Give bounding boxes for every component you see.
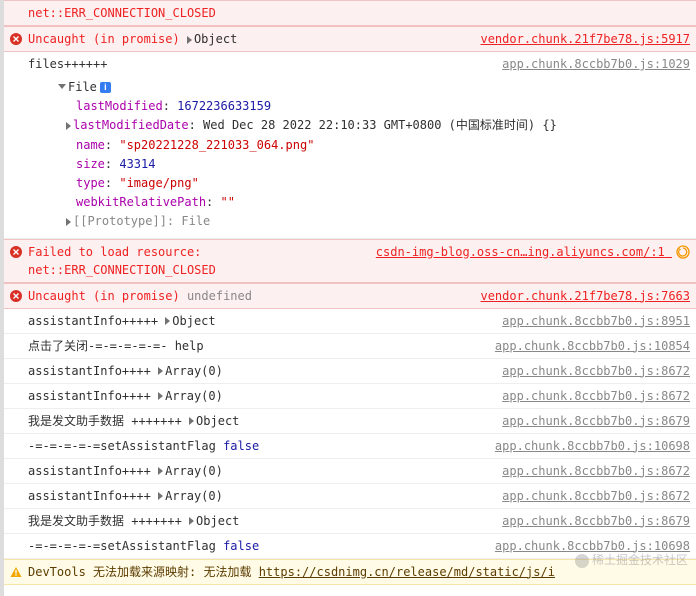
source-link[interactable]: app.chunk.8ccbb7b0.js:10698 bbox=[495, 437, 690, 455]
expand-icon[interactable] bbox=[187, 36, 192, 44]
console-log-row[interactable]: 我是发文助手数据 +++++++ Object app.chunk.8ccbb7… bbox=[4, 409, 696, 434]
console-warning-row[interactable]: DevTools 无法加载来源映射: 无法加载 https://csdnimg.… bbox=[4, 559, 696, 585]
expand-icon[interactable] bbox=[189, 517, 194, 525]
expand-icon[interactable] bbox=[158, 367, 163, 375]
source-link[interactable]: app.chunk.8ccbb7b0.js:8672 bbox=[502, 462, 690, 480]
error-message: Uncaught (in promise) undefined bbox=[28, 287, 472, 305]
source-link[interactable]: app.chunk.8ccbb7b0.js:10854 bbox=[495, 337, 690, 355]
error-icon bbox=[10, 289, 22, 301]
log-message: 我是发文助手数据 +++++++ Object bbox=[28, 512, 494, 530]
log-message: files++++++ bbox=[28, 55, 494, 73]
error-icon bbox=[10, 245, 22, 257]
object-property[interactable]: lastModifiedDate: Wed Dec 28 2022 22:10:… bbox=[40, 116, 690, 135]
source-link[interactable]: app.chunk.8ccbb7b0.js:8672 bbox=[502, 362, 690, 380]
console-error-row[interactable]: Uncaught (in promise) undefined vendor.c… bbox=[4, 283, 696, 309]
log-message: assistantInfo+++++ Object bbox=[28, 312, 494, 330]
console-log-row[interactable]: -=-=-=-=-=setAssistantFlag false app.chu… bbox=[4, 434, 696, 459]
console-error-row[interactable]: Uncaught (in promise) Object vendor.chun… bbox=[4, 26, 696, 52]
console-error-fragment[interactable]: net::ERR_CONNECTION_CLOSED bbox=[4, 0, 696, 26]
error-message: Uncaught (in promise) Object bbox=[28, 30, 472, 48]
log-message: assistantInfo++++ Array(0) bbox=[28, 387, 494, 405]
source-link[interactable]: app.chunk.8ccbb7b0.js:8679 bbox=[502, 412, 690, 430]
console-log-row[interactable]: assistantInfo+++++ Object app.chunk.8ccb… bbox=[4, 309, 696, 334]
source-link[interactable]: app.chunk.8ccbb7b0.js:8672 bbox=[502, 387, 690, 405]
console-log-row[interactable]: files++++++ app.chunk.8ccbb7b0.js:1029 bbox=[4, 52, 696, 76]
error-icon bbox=[10, 32, 22, 44]
source-link[interactable]: csdn-img-blog.oss-cn…ing.aliyuncs.com/:1 bbox=[376, 243, 690, 261]
console-log-row[interactable]: 点击了关闭-=-=-=-=-=- help app.chunk.8ccbb7b0… bbox=[4, 334, 696, 359]
expand-icon[interactable] bbox=[158, 392, 163, 400]
log-message: assistantInfo++++ Array(0) bbox=[28, 462, 494, 480]
source-link[interactable]: app.chunk.8ccbb7b0.js:8951 bbox=[502, 312, 690, 330]
collapse-icon[interactable] bbox=[58, 84, 66, 89]
log-message: assistantInfo++++ Array(0) bbox=[28, 362, 494, 380]
console-log-row[interactable]: assistantInfo++++ Array(0) app.chunk.8cc… bbox=[4, 359, 696, 384]
warning-icon bbox=[10, 565, 22, 577]
info-icon[interactable]: i bbox=[100, 82, 111, 93]
log-message: -=-=-=-=-=setAssistantFlag false bbox=[28, 537, 487, 555]
source-link[interactable]: app.chunk.8ccbb7b0.js:8679 bbox=[502, 512, 690, 530]
expand-icon[interactable] bbox=[165, 317, 170, 325]
console-log-row[interactable]: assistantInfo++++ Array(0) app.chunk.8cc… bbox=[4, 384, 696, 409]
log-message: -=-=-=-=-=setAssistantFlag false bbox=[28, 437, 487, 455]
warning-link[interactable]: https://csdnimg.cn/release/md/static/js/… bbox=[259, 565, 555, 579]
console-log-row[interactable]: -=-=-=-=-=setAssistantFlag false app.chu… bbox=[4, 534, 696, 559]
expand-icon[interactable] bbox=[189, 417, 194, 425]
source-link[interactable]: vendor.chunk.21f7be78.js:7663 bbox=[480, 287, 690, 305]
log-message: assistantInfo++++ Array(0) bbox=[28, 487, 494, 505]
expand-icon[interactable] bbox=[66, 218, 71, 226]
expanded-object: Filei lastModified: 1672236633159 lastMo… bbox=[4, 76, 696, 239]
source-link[interactable]: app.chunk.8ccbb7b0.js:8672 bbox=[502, 487, 690, 505]
source-link[interactable]: vendor.chunk.21f7be78.js:5917 bbox=[480, 30, 690, 48]
expand-icon[interactable] bbox=[158, 467, 163, 475]
expand-icon[interactable] bbox=[66, 122, 71, 130]
object-property[interactable]: webkitRelativePath: "" bbox=[40, 193, 690, 212]
console-log-row[interactable]: assistantInfo++++ Array(0) app.chunk.8cc… bbox=[4, 459, 696, 484]
log-message: 我是发文助手数据 +++++++ Object bbox=[28, 412, 494, 430]
error-message: Failed to load resource:net::ERR_CONNECT… bbox=[28, 243, 368, 279]
source-link[interactable]: app.chunk.8ccbb7b0.js:10698 bbox=[495, 537, 690, 555]
object-property[interactable]: type: "image/png" bbox=[40, 174, 690, 193]
console-log-row[interactable]: 我是发文助手数据 +++++++ Object app.chunk.8ccbb7… bbox=[4, 509, 696, 534]
object-property[interactable]: size: 43314 bbox=[40, 155, 690, 174]
object-property[interactable]: lastModified: 1672236633159 bbox=[40, 97, 690, 116]
log-message: 点击了关闭-=-=-=-=-=- help bbox=[28, 337, 487, 355]
error-text: net::ERR_CONNECTION_CLOSED bbox=[28, 4, 690, 22]
object-prototype[interactable]: [[Prototype]]: File bbox=[40, 212, 690, 231]
console-panel: net::ERR_CONNECTION_CLOSED Uncaught (in … bbox=[0, 0, 696, 596]
warning-message: DevTools 无法加载来源映射: 无法加载 https://csdnimg.… bbox=[28, 563, 690, 581]
object-header[interactable]: Filei bbox=[40, 78, 690, 97]
source-link[interactable]: app.chunk.8ccbb7b0.js:1029 bbox=[502, 55, 690, 73]
expand-icon[interactable] bbox=[158, 492, 163, 500]
object-property[interactable]: name: "sp20221228_221033_064.png" bbox=[40, 136, 690, 155]
console-log-row[interactable]: assistantInfo++++ Array(0) app.chunk.8cc… bbox=[4, 484, 696, 509]
console-error-row[interactable]: Failed to load resource:net::ERR_CONNECT… bbox=[4, 239, 696, 283]
reload-icon[interactable] bbox=[676, 245, 690, 259]
